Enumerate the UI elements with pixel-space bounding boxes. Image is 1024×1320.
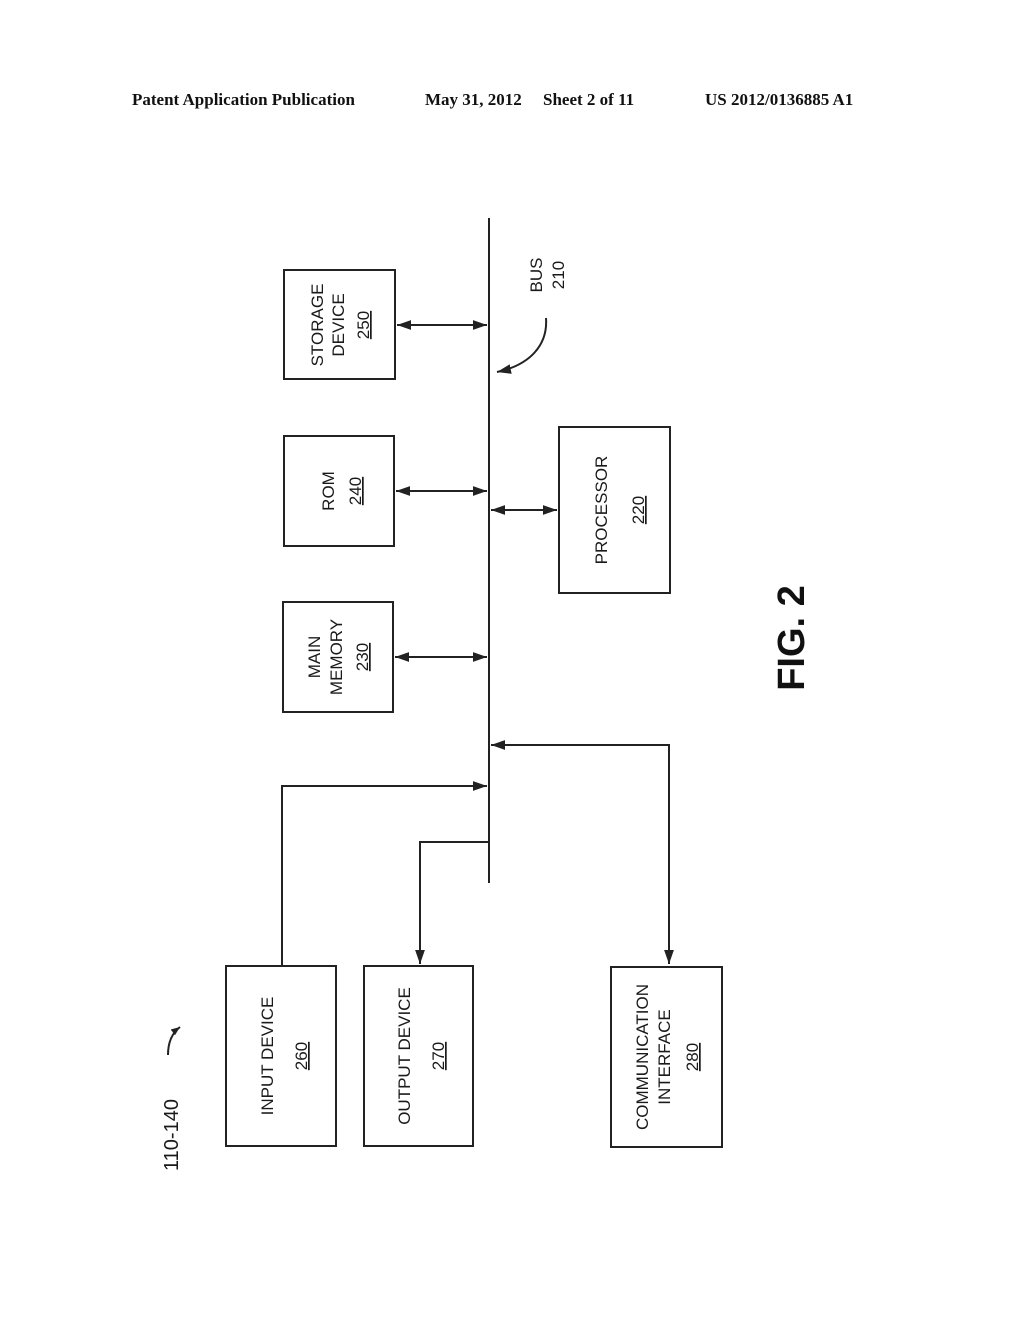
svg-text:110-140: 110-140	[161, 1099, 183, 1171]
svg-text:OUTPUT DEVICE: OUTPUT DEVICE	[395, 987, 414, 1125]
svg-text:210: 210	[549, 261, 568, 289]
processor-box: PROCESSOR 220	[558, 426, 671, 594]
rom-box: ROM 240	[283, 435, 395, 547]
svg-text:ROM: ROM	[319, 471, 338, 511]
svg-text:BUS: BUS	[527, 258, 546, 293]
svg-text:220: 220	[629, 496, 648, 524]
bus-label: BUS 210	[527, 258, 568, 293]
communication-interface-box: COMMUNICATION INTERFACE 280	[610, 966, 723, 1148]
svg-text:INPUT DEVICE: INPUT DEVICE	[258, 997, 277, 1116]
svg-text:DEVICE: DEVICE	[329, 293, 348, 356]
input-bus-arrow	[281, 781, 487, 966]
svg-text:COMMUNICATION: COMMUNICATION	[633, 984, 652, 1130]
svg-text:270: 270	[429, 1042, 448, 1070]
bus-callout-arrow	[496, 317, 548, 374]
svg-text:INTERFACE: INTERFACE	[655, 1009, 674, 1104]
block-diagram: BUS 210 STORAGE DEVICE 250 ROM 240 MAIN …	[161, 218, 813, 1171]
device-reference: 110-140	[161, 1099, 183, 1171]
svg-text:260: 260	[292, 1042, 311, 1070]
device-reference-arrow	[167, 1026, 181, 1056]
svg-text:240: 240	[346, 477, 365, 505]
main-memory-box: MAIN MEMORY 230	[282, 601, 394, 713]
svg-text:280: 280	[683, 1043, 702, 1071]
output-bus-arrow	[415, 841, 489, 964]
svg-text:230: 230	[353, 643, 372, 671]
svg-text:250: 250	[354, 311, 373, 339]
output-device-box: OUTPUT DEVICE 270	[363, 965, 474, 1147]
comm-bus-arrow	[491, 740, 674, 964]
input-device-box: INPUT DEVICE 260	[225, 965, 337, 1147]
svg-text:MEMORY: MEMORY	[327, 619, 346, 695]
figure-label: FIG. 2	[771, 585, 813, 691]
svg-text:STORAGE: STORAGE	[308, 284, 327, 367]
storage-device-box: STORAGE DEVICE 250	[283, 269, 396, 380]
svg-text:MAIN: MAIN	[305, 636, 324, 679]
svg-text:PROCESSOR: PROCESSOR	[592, 456, 611, 565]
svg-text:FIG. 2: FIG. 2	[771, 585, 813, 691]
